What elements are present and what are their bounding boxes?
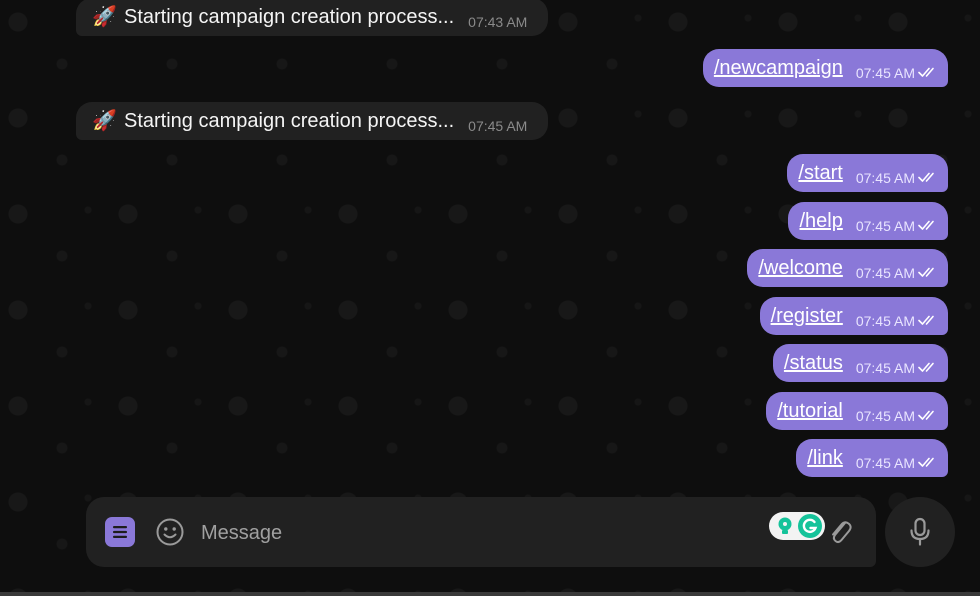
command-link[interactable]: /help [799, 210, 842, 233]
menu-icon [113, 526, 127, 538]
attach-button[interactable] [824, 515, 856, 549]
outgoing-message: /welcome 07:45 AM [747, 249, 948, 287]
rocket-icon: 🚀 [92, 110, 117, 132]
double-check-icon [918, 410, 934, 420]
outgoing-message: /link 07:45 AM [796, 439, 948, 477]
lightbulb-icon [778, 517, 792, 534]
message-text: Starting campaign creation process... [124, 109, 455, 132]
outgoing-message: /register 07:45 AM [759, 297, 948, 335]
command-link[interactable]: /tutorial [777, 400, 843, 423]
command-link[interactable]: /newcampaign [714, 57, 843, 80]
bot-menu-button[interactable] [105, 517, 135, 547]
message-time: 07:43 AM [468, 14, 528, 30]
paperclip-icon [832, 521, 852, 544]
message-time: 07:45 AM [855, 360, 915, 376]
message-time: 07:45 AM [855, 455, 915, 471]
smiley-icon [156, 518, 184, 546]
double-check-icon [918, 67, 934, 77]
message-time: 07:45 AM [855, 218, 915, 234]
command-link[interactable]: /start [798, 162, 842, 185]
emoji-button[interactable] [154, 516, 186, 548]
command-link[interactable]: /link [807, 447, 843, 470]
message-composer [86, 497, 876, 567]
outgoing-message: /start 07:45 AM [787, 154, 948, 192]
double-check-icon [918, 315, 934, 325]
window-bottom-border [0, 592, 980, 596]
double-check-icon [918, 457, 934, 467]
rocket-icon: 🚀 [92, 6, 117, 28]
double-check-icon [918, 362, 934, 372]
message-text: Starting campaign creation process... [124, 5, 455, 28]
double-check-icon [918, 172, 934, 182]
message-time: 07:45 AM [855, 408, 915, 424]
message-time: 07:45 AM [855, 313, 915, 329]
command-link[interactable]: /welcome [758, 257, 842, 280]
message-input[interactable] [199, 515, 743, 551]
command-link[interactable]: /status [784, 352, 843, 375]
outgoing-message: /status 07:45 AM [772, 344, 948, 382]
outgoing-message: /help 07:45 AM [788, 202, 948, 240]
microphone-icon [910, 517, 930, 546]
message-time: 07:45 AM [855, 265, 915, 281]
outgoing-message: /tutorial 07:45 AM [766, 392, 948, 430]
incoming-message: 🚀 Starting campaign creation process... … [76, 102, 548, 140]
message-time: 07:45 AM [468, 118, 528, 134]
double-check-icon [918, 220, 934, 230]
outgoing-message: /newcampaign 07:45 AM [702, 49, 948, 87]
voice-record-button[interactable] [885, 497, 955, 567]
command-link[interactable]: /register [771, 305, 843, 328]
grammarly-icon [798, 514, 822, 538]
double-check-icon [918, 267, 934, 277]
message-time: 07:45 AM [855, 170, 915, 186]
message-time: 07:45 AM [855, 65, 915, 81]
incoming-message: 🚀 Starting campaign creation process... … [76, 0, 548, 36]
grammarly-badge[interactable] [769, 512, 825, 540]
